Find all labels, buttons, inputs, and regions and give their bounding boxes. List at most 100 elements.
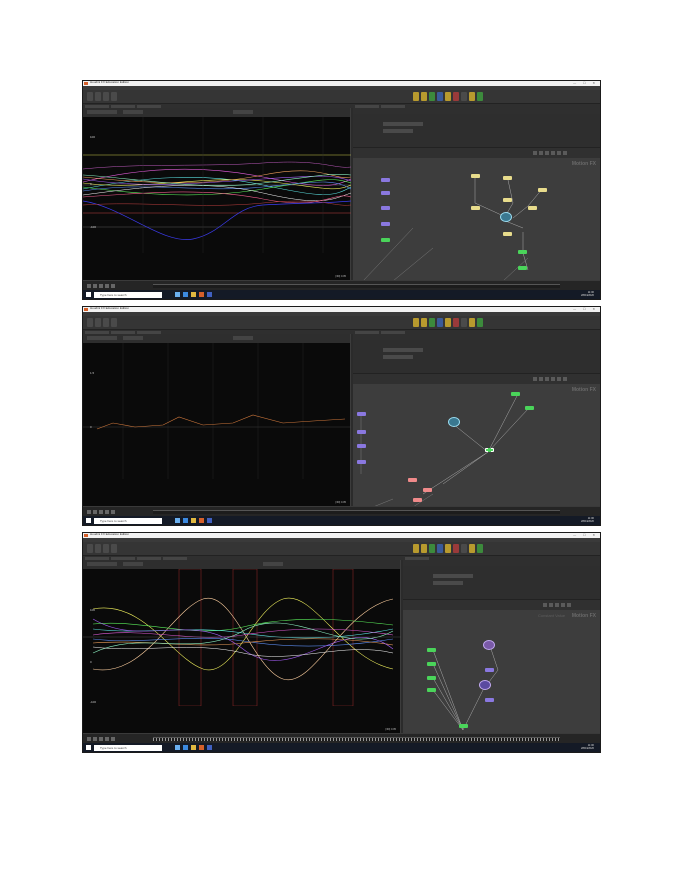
node-green[interactable] [525,406,534,410]
node-red[interactable] [423,488,432,492]
graph-toolbar-field[interactable] [87,562,117,566]
timeline-ruler[interactable] [153,510,560,514]
taskbar-search[interactable]: Type here to search [94,517,162,524]
shelf-tool[interactable] [461,92,467,101]
play-control[interactable] [87,284,91,288]
play-control[interactable] [99,737,103,741]
play-control[interactable] [93,284,97,288]
shelf-tool[interactable] [461,318,467,327]
network-tool[interactable] [543,603,547,607]
shelf-tool[interactable] [461,544,467,553]
file-explorer-icon[interactable] [191,292,196,297]
shelf-tool[interactable] [111,544,117,553]
node-purple[interactable] [357,460,366,464]
shelf-tool[interactable] [469,92,475,101]
window-controls[interactable]: — ☐ ✕ [573,81,598,85]
play-control[interactable] [105,737,109,741]
timeline-ruler[interactable] [153,737,560,741]
node-yellow[interactable] [503,198,512,202]
node-purple[interactable] [357,412,366,416]
shelf-tool[interactable] [437,318,443,327]
node-selected[interactable] [483,640,495,650]
network-editor-panel[interactable]: Motion FX [353,334,600,506]
houdini-task-icon[interactable] [199,292,204,297]
parameter-field[interactable] [383,129,413,133]
network-tool[interactable] [551,151,555,155]
taskbar-search[interactable]: Type here to search [94,291,162,298]
shelf-tool[interactable] [477,92,483,101]
network-tool[interactable] [557,151,561,155]
graph-toolbar-field[interactable] [123,110,143,114]
play-control[interactable] [93,737,97,741]
node-red[interactable] [408,478,417,482]
shelf-tool[interactable] [445,318,451,327]
shelf-tool[interactable] [453,92,459,101]
graph-toolbar-field[interactable] [263,562,283,566]
task-view-icon[interactable] [175,745,180,750]
node-selected[interactable] [500,212,512,222]
timeline-ruler[interactable] [153,284,560,288]
shelf-tool[interactable] [111,92,117,101]
task-view-icon[interactable] [175,518,180,523]
shelf-tool[interactable] [469,544,475,553]
node-green[interactable] [459,724,468,728]
node-yellow[interactable] [528,206,537,210]
shelf-tool[interactable] [477,544,483,553]
node-green[interactable] [381,238,390,242]
node-green[interactable] [518,266,527,270]
app-task-icon[interactable] [207,518,212,523]
network-tool[interactable] [561,603,565,607]
edge-icon[interactable] [183,745,188,750]
taskbar-search[interactable]: Type here to search [94,744,162,751]
node-green-active[interactable] [485,448,494,452]
shelf-tool[interactable] [413,544,419,553]
edge-icon[interactable] [183,518,188,523]
shelf-tool[interactable] [445,92,451,101]
node-green[interactable] [427,676,436,680]
parameter-field[interactable] [433,581,463,585]
node-purple[interactable] [357,430,366,434]
parameter-field[interactable] [433,574,473,578]
node-green[interactable] [518,250,527,254]
network-tool[interactable] [533,151,537,155]
play-control[interactable] [99,510,103,514]
shelf-tool[interactable] [413,92,419,101]
network-tool[interactable] [533,377,537,381]
network-editor-panel[interactable]: Motion FX Constant Value [403,560,600,733]
node-yellow[interactable] [503,176,512,180]
channel-graph-panel[interactable]: 1.5 0 [3D] 0.05 [83,334,351,506]
parameter-field[interactable] [383,348,423,352]
taskbar-clock[interactable]: 11:00 28/04/2020 [581,517,594,523]
shelf-tool[interactable] [445,544,451,553]
node-purple[interactable] [381,191,390,195]
file-explorer-icon[interactable] [191,745,196,750]
parameter-field[interactable] [383,355,413,359]
shelf-tool[interactable] [421,92,427,101]
shelf-tool[interactable] [437,92,443,101]
node-yellow[interactable] [503,232,512,236]
taskbar-clock[interactable]: 11:00 28/04/2020 [581,744,594,750]
network-tool[interactable] [539,377,543,381]
channel-graph-panel[interactable]: 100 0 -100 [3D] 0.05 [83,108,351,280]
shelf-tool[interactable] [429,92,435,101]
graph-toolbar-field[interactable] [87,110,117,114]
app-task-icon[interactable] [207,292,212,297]
play-control[interactable] [111,737,115,741]
parameter-field[interactable] [383,122,423,126]
graph-toolbar-field[interactable] [233,336,253,340]
shelf-tool[interactable] [87,318,93,327]
file-explorer-icon[interactable] [191,518,196,523]
network-tool[interactable] [551,377,555,381]
shelf-tool[interactable] [477,318,483,327]
network-tool[interactable] [563,377,567,381]
windows-start-icon[interactable] [86,745,91,750]
network-canvas[interactable]: Motion FX [353,384,600,506]
shelf-tool[interactable] [111,318,117,327]
node-yellow[interactable] [471,206,480,210]
shelf-tool[interactable] [421,544,427,553]
play-control[interactable] [87,737,91,741]
shelf-tool[interactable] [421,318,427,327]
shelf-tool[interactable] [429,544,435,553]
play-control[interactable] [111,510,115,514]
node-green[interactable] [511,392,520,396]
